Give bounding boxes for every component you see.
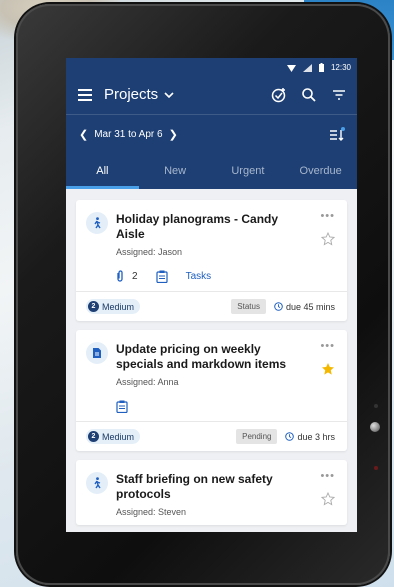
attachment-count: 2 [132,271,138,282]
card-title: Update pricing on weekly specials and ma… [116,342,287,371]
priority-badge: 2 Medium [86,429,141,444]
due-time: due 45 mins [285,301,335,312]
walking-person-icon [86,472,108,494]
paperclip-icon [117,270,123,282]
more-options-icon[interactable]: ••• [320,470,335,482]
status-time: 12:30 [330,63,351,72]
menu-icon[interactable] [78,89,92,101]
tasks-link[interactable]: Tasks [186,271,212,282]
card-assignee: Assigned: Jason [116,247,183,257]
date-range-label: Mar 31 to Apr 6 [94,128,163,140]
chevron-down-icon [164,91,174,98]
priority-number: 2 [88,431,99,442]
card-assignee: Assigned: Steven [116,507,187,517]
status-badge[interactable]: Pending [236,429,278,444]
prev-week-icon[interactable]: ❮ [79,128,88,141]
document-icon [86,342,108,364]
card-title: Holiday planograms - Candy Aisle [116,212,279,241]
walking-person-icon [86,212,108,234]
sort-icon[interactable] [329,127,345,141]
status-bar: 12:30 [66,58,357,77]
add-task-icon[interactable] [271,87,287,103]
star-filled-icon[interactable] [321,362,335,376]
date-range-bar: ❮ Mar 31 to Apr 6 ❯ [66,114,357,153]
status-badge[interactable]: Status [231,299,266,314]
page-title: Projects [104,86,159,103]
tab-new[interactable]: New [139,153,212,189]
star-icon[interactable] [320,231,336,246]
list-item[interactable]: Staff briefing on new safety protocols A… [76,460,347,525]
filter-icon[interactable] [331,87,347,103]
more-options-icon[interactable]: ••• [320,210,335,222]
clipboard-icon [155,270,168,283]
priority-label: Medium [102,431,135,442]
clock-icon [274,302,283,311]
tab-overdue[interactable]: Overdue [284,153,357,189]
clipboard-icon [116,400,128,413]
sensor [374,404,378,408]
toolbar: Projects [66,77,357,114]
priority-number: 2 [88,301,99,312]
home-button[interactable] [370,422,380,432]
next-week-icon[interactable]: ❯ [169,128,178,141]
battery-icon [318,63,324,72]
signal-icon [302,63,312,72]
card-assignee: Assigned: Anna [116,377,179,387]
more-options-icon[interactable]: ••• [320,340,335,352]
search-icon[interactable] [301,87,317,103]
priority-label: Medium [102,301,135,312]
tab-bar: All New Urgent Overdue [66,153,357,189]
led-indicator [374,466,378,470]
wifi-icon [286,64,296,72]
project-list: Holiday planograms - Candy Aisle Assigne… [66,189,357,525]
list-item[interactable]: Holiday planograms - Candy Aisle Assigne… [76,200,347,321]
priority-badge: 2 Medium [86,299,141,314]
card-title: Staff briefing on new safety protocols [116,472,273,501]
tab-all[interactable]: All [66,153,139,189]
star-icon[interactable] [320,491,336,506]
list-item[interactable]: Update pricing on weekly specials and ma… [76,330,347,451]
tab-urgent[interactable]: Urgent [212,153,285,189]
due-time: due 3 hrs [297,431,335,442]
clock-icon [285,432,295,441]
app-screen: 12:30 Projects ❮ Mar 31 to Apr 6 ❯ All N… [66,58,357,532]
app-header: 12:30 Projects ❮ Mar 31 to Apr 6 ❯ All N… [66,58,357,189]
projects-dropdown[interactable]: Projects [104,86,174,103]
